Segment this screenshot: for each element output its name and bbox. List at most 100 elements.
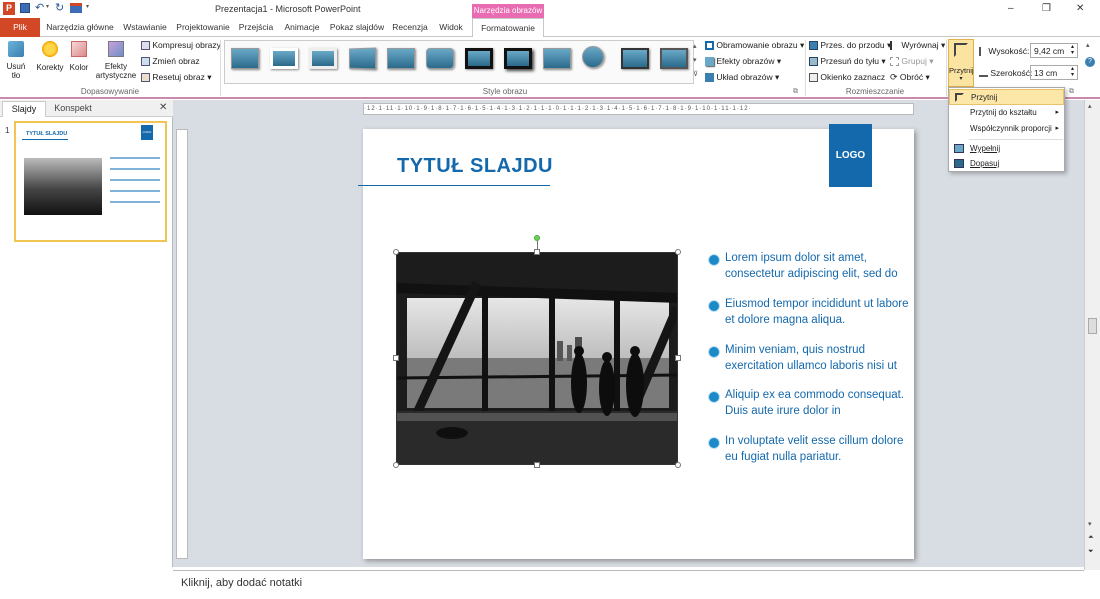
width-input[interactable]: 13 cm ▴ ▾ [1030, 65, 1078, 80]
remove-background-button[interactable]: Usuń tło [3, 41, 29, 85]
color-button[interactable]: Kolor [66, 41, 92, 85]
restore-button[interactable]: ❐ [1042, 3, 1051, 14]
reset-picture-button[interactable]: Resetuj obraz ▾ [141, 72, 211, 83]
selection-pane-label: Okienko zaznacz [820, 72, 886, 82]
tab-slides[interactable]: Slajdy [2, 101, 46, 117]
scroll-up-icon[interactable]: ▴ [1088, 102, 1092, 110]
style-thumbnail-10[interactable] [582, 46, 604, 68]
redo-icon[interactable]: ↻ [55, 1, 64, 14]
style-thumbnail-7[interactable] [465, 48, 493, 69]
slide-picture[interactable] [396, 252, 678, 465]
style-thumbnail-8[interactable] [504, 48, 532, 69]
previous-slide-icon[interactable]: ⏶ [1088, 534, 1094, 542]
resize-handle-w[interactable] [393, 355, 399, 361]
tab-file[interactable]: Plik [0, 18, 40, 37]
ribbon-minimize-icon[interactable]: ▴ [1086, 41, 1090, 49]
style-thumbnail-11[interactable] [621, 48, 649, 69]
gallery-more-icon[interactable]: ⊽ [693, 70, 698, 78]
picture-border-button[interactable]: Obramowanie obrazu ▾ [705, 40, 804, 51]
height-input[interactable]: 9,42 cm ▴ ▾ [1030, 43, 1078, 58]
gallery-scroll-down-icon[interactable]: ▾ [693, 56, 697, 64]
next-slide-icon[interactable]: ⏷ [1088, 548, 1094, 556]
style-thumbnail-2[interactable] [270, 48, 298, 69]
group-button[interactable]: Grupuj ▾ [890, 56, 934, 67]
scroll-down-icon[interactable]: ▾ [1088, 520, 1092, 528]
resize-handle-sw[interactable] [393, 462, 399, 468]
logo-box[interactable]: LOGO [829, 124, 872, 187]
bullet-marker-2 [709, 301, 719, 311]
bullet-text-5[interactable]: In voluptate velit esse cillum dolore eu… [725, 434, 915, 465]
bullet-text-2[interactable]: Eiusmod tempor incididunt ut labore et d… [725, 297, 915, 328]
selection-pane-button[interactable]: Okienko zaznacz [809, 72, 886, 83]
tab-transitions[interactable]: Przejścia [236, 18, 276, 37]
style-thumbnail-9[interactable] [543, 48, 571, 69]
save-icon[interactable] [20, 3, 30, 13]
scroll-thumb[interactable] [1088, 318, 1097, 334]
style-thumbnail-5[interactable] [387, 48, 415, 69]
group-label: Grupuj [901, 56, 927, 66]
resize-handle-n[interactable] [534, 249, 540, 255]
minimize-button[interactable]: – [1008, 3, 1014, 14]
align-button[interactable]: Wyrównaj ▾ [890, 40, 945, 51]
resize-handle-e[interactable] [675, 355, 681, 361]
close-button[interactable]: ✕ [1076, 3, 1084, 14]
tab-home[interactable]: Narzędzia główne [44, 18, 116, 37]
menu-item-crop[interactable]: Przytnij [949, 89, 1064, 105]
customize-qat-icon[interactable]: ▾ [86, 3, 89, 10]
send-backward-button[interactable]: Przesuń do tyłu ▾ [809, 56, 886, 67]
styles-dialog-launcher-icon[interactable]: ⧉ [793, 88, 798, 96]
notes-placeholder[interactable]: Kliknij, aby dodać notatki [181, 577, 302, 589]
width-spinner-icon[interactable]: ▴ ▾ [1071, 66, 1074, 78]
menu-item-fit[interactable]: Dopasuj [949, 156, 1064, 172]
undo-dropdown-icon[interactable]: ▾ [46, 3, 49, 10]
slideshow-icon[interactable] [70, 3, 82, 13]
crop-button[interactable]: Przytnij ▾ [948, 39, 974, 87]
slide-title[interactable]: TYTUŁ SLAJDU [397, 155, 553, 178]
compress-pictures-button[interactable]: Kompresuj obrazy [141, 40, 221, 51]
rotate-button[interactable]: ⟳ Obróć ▾ [890, 72, 930, 83]
submenu-arrow-icon: ▸ [1055, 125, 1059, 132]
style-thumbnail-1[interactable] [231, 48, 259, 69]
style-thumbnail-6[interactable] [426, 48, 454, 69]
artistic-effects-button[interactable]: Efekty artystyczne [95, 41, 137, 87]
menu-item-crop-to-shape[interactable]: Przytnij do kształtu ▸ [949, 105, 1064, 121]
resize-handle-nw[interactable] [393, 249, 399, 255]
menu-item-aspect-ratio[interactable]: Współczynnik proporcji ▸ [949, 121, 1064, 137]
style-thumbnail-4[interactable] [349, 47, 377, 70]
resize-handle-se[interactable] [675, 462, 681, 468]
bullet-text-1[interactable]: Lorem ipsum dolor sit amet, consectetur … [725, 251, 915, 282]
slide-thumbnail[interactable]: TYTUŁ SLAJDU LOGO [14, 121, 167, 242]
notes-pane[interactable]: Kliknij, aby dodać notatki [173, 570, 1084, 599]
size-dialog-launcher-icon[interactable]: ⧉ [1069, 88, 1074, 96]
bullet-text-4[interactable]: Aliquip ex ea commodo consequat. Duis au… [725, 388, 915, 419]
vertical-scrollbar[interactable]: ▴ ▾ ⏶ ⏷ [1084, 100, 1100, 570]
tab-view[interactable]: Widok [434, 18, 468, 37]
tab-insert[interactable]: Wstawianie [120, 18, 170, 37]
style-thumbnail-3[interactable] [309, 48, 337, 69]
height-spinner-icon[interactable]: ▴ ▾ [1071, 44, 1074, 56]
style-thumbnail-12[interactable] [660, 48, 688, 69]
tab-review[interactable]: Recenzja [390, 18, 430, 37]
tab-design[interactable]: Projektowanie [174, 18, 232, 37]
resize-handle-s[interactable] [534, 462, 540, 468]
tab-outline[interactable]: Konspekt [50, 101, 96, 116]
help-icon[interactable]: ? [1085, 57, 1095, 67]
width-icon [979, 70, 988, 78]
tab-format[interactable]: Formatowanie [472, 18, 544, 38]
menu-item-fill[interactable]: Wypełnij [949, 141, 1064, 157]
corrections-button[interactable]: Korekty [34, 41, 66, 85]
tab-animations[interactable]: Animacje [280, 18, 324, 37]
undo-icon[interactable]: ↶ [35, 1, 44, 14]
bring-forward-button[interactable]: Przes. do przodu ▾ [809, 40, 891, 51]
gallery-scroll-up-icon[interactable]: ▴ [693, 42, 697, 50]
bullet-text-3[interactable]: Minim veniam, quis nostrud exercitation … [725, 343, 915, 374]
picture-layout-button[interactable]: Układ obrazów ▾ [705, 72, 779, 83]
remove-background-label-2: tło [11, 71, 21, 80]
app-icon[interactable]: P [3, 2, 15, 15]
panel-close-button[interactable]: ✕ [159, 102, 167, 113]
tab-slideshow[interactable]: Pokaz slajdów [328, 18, 386, 37]
picture-effects-button[interactable]: Efekty obrazów ▾ [705, 56, 781, 67]
resize-handle-ne[interactable] [675, 249, 681, 255]
change-picture-button[interactable]: Zmień obraz [141, 56, 200, 67]
artistic-label-2: artystyczne [95, 71, 137, 80]
